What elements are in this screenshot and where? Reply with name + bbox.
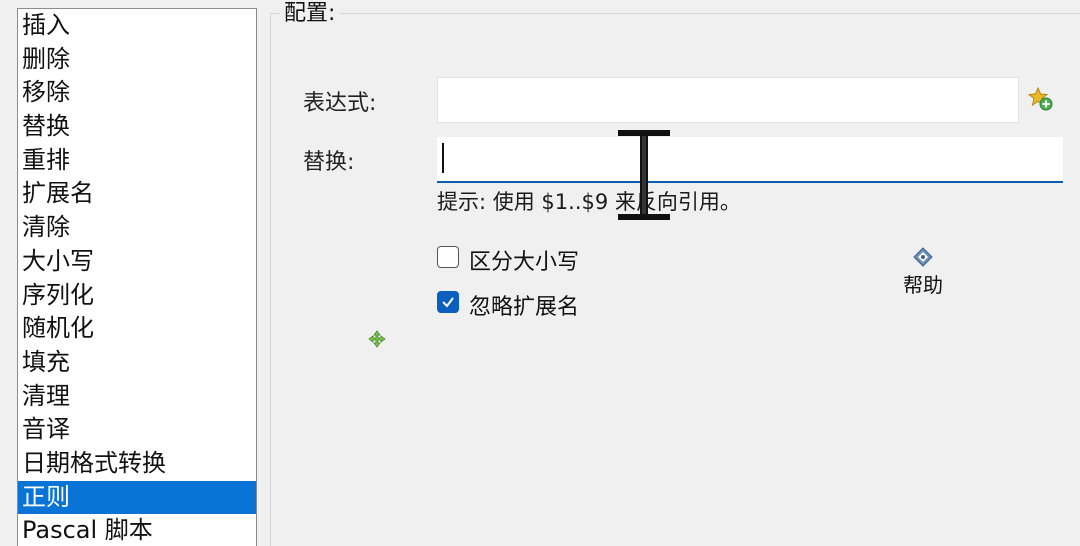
rule-list-item[interactable]: 填充 (18, 346, 256, 380)
rule-list-item[interactable]: 扩展名 (18, 177, 256, 211)
rule-list-item[interactable]: 随机化 (18, 312, 256, 346)
expression-label: 表达式: (303, 91, 377, 116)
rule-list-item[interactable]: 移除 (18, 76, 256, 110)
replace-input[interactable] (437, 137, 1063, 183)
rule-list-item[interactable]: 序列化 (18, 279, 256, 313)
help-label: 帮助 (903, 273, 943, 297)
rule-list-item[interactable]: 重排 (18, 144, 256, 178)
rule-list-item[interactable]: 替换 (18, 110, 256, 144)
config-group-title: 配置: (280, 0, 340, 29)
text-caret (442, 143, 444, 173)
check-mark-icon (442, 297, 454, 308)
case-sensitive-label[interactable]: 区分大小写 (469, 244, 579, 276)
ignore-extension-checkbox[interactable] (437, 291, 459, 313)
star-add-icon (1027, 86, 1053, 111)
move-cursor-icon (368, 330, 386, 352)
rule-list-item[interactable]: 大小写 (18, 245, 256, 279)
rule-list-item[interactable]: 删除 (18, 43, 256, 77)
regex-rule-config-window: 插入 删除 移除 替换 重排 扩展名 清除 大小写 序列化 随机化 填充 清理 音译 日期格式转换 正则 Pa… (0, 0, 1080, 546)
rule-list-item[interactable]: 正则 (18, 480, 256, 515)
help-diamond-icon (913, 247, 933, 267)
rule-list-item[interactable]: Pascal 脚本 (18, 514, 256, 546)
expression-input[interactable] (437, 77, 1019, 123)
replace-label: 替换: (303, 150, 355, 175)
text-ibeam-cursor-icon (616, 128, 672, 228)
rule-type-list[interactable]: 插入 删除 移除 替换 重排 扩展名 清除 大小写 序列化 随机化 填充 清理 音译 日期格式转换 正则 Pa… (17, 8, 257, 546)
rule-list-item[interactable]: 清理 (18, 380, 256, 414)
ignore-extension-label[interactable]: 忽略扩展名 (469, 289, 579, 321)
backreference-hint: 提示: 使用 $1..$9 来反向引用。 (437, 190, 741, 214)
rule-list-item[interactable]: 日期格式转换 (18, 447, 256, 481)
case-sensitive-checkbox[interactable] (437, 246, 459, 268)
rule-list-item[interactable]: 插入 (18, 9, 256, 43)
rule-list-item[interactable]: 音译 (18, 413, 256, 447)
rule-list-item[interactable]: 清除 (18, 211, 256, 245)
help-button[interactable]: 帮助 (897, 247, 949, 298)
add-expression-button[interactable] (1027, 86, 1054, 112)
